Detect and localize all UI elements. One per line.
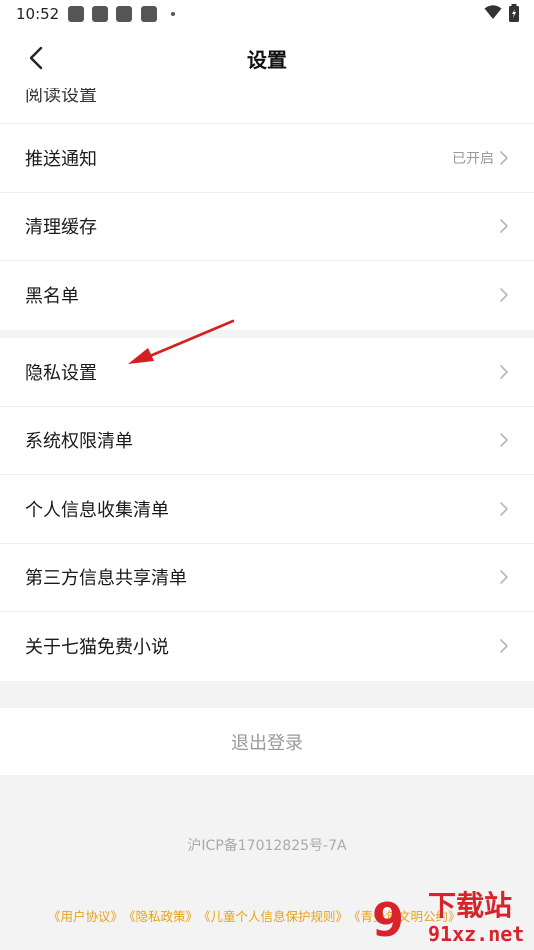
settings-item-label: 隐私设置 [25, 362, 97, 384]
battery-icon [509, 4, 519, 22]
settings-group-general: 阅读设置 推送通知 已开启 清理缓存 黑名单 [0, 88, 534, 330]
status-bar: 10:52 [0, 0, 534, 28]
icp-license: 沪ICP备17012825号-7A [187, 838, 347, 854]
logout-label: 退出登录 [231, 732, 303, 754]
settings-item-clear-cache[interactable]: 清理缓存 [0, 193, 534, 261]
settings-item-personal-info-collection[interactable]: 个人信息收集清单 [0, 475, 534, 544]
watermark-logo: 9 下载站 91xz.net [372, 888, 534, 950]
watermark-title: 下载站 [428, 889, 513, 922]
settings-item-blacklist[interactable]: 黑名单 [0, 261, 534, 330]
notification-icon [68, 6, 84, 22]
chevron-right-icon [500, 639, 508, 654]
chevron-right-icon [500, 219, 508, 234]
settings-item-third-party-sharing[interactable]: 第三方信息共享清单 [0, 544, 534, 612]
settings-item-push-notification[interactable]: 推送通知 已开启 [0, 124, 534, 193]
chevron-right-icon [500, 501, 508, 516]
more-notifications-icon [171, 12, 175, 16]
settings-item-about[interactable]: 关于七猫免费小说 [0, 612, 534, 681]
settings-group-privacy: 隐私设置 系统权限清单 个人信息收集清单 第三方信息共享清单 关于七猫免费小说 [0, 338, 534, 681]
page-title: 设置 [247, 48, 287, 72]
privacy-policy-link[interactable]: 《隐私政策》 [123, 906, 198, 925]
user-agreement-link[interactable]: 《用户协议》 [48, 906, 123, 925]
settings-item-label: 清理缓存 [25, 217, 97, 239]
annotation-arrow-icon [128, 319, 235, 364]
settings-item-label: 第三方信息共享清单 [25, 568, 187, 590]
chevron-right-icon [500, 288, 508, 303]
child-privacy-rules-link[interactable]: 《儿童个人信息保护规则》 [198, 906, 348, 925]
chevron-right-icon [500, 570, 508, 585]
chevron-right-icon [500, 364, 508, 379]
settings-item-label: 系统权限清单 [25, 431, 133, 453]
top-bar: 设置 [0, 28, 534, 88]
wifi-icon [484, 5, 502, 19]
logout-button[interactable]: 退出登录 [0, 708, 534, 775]
watermark-domain: 91xz.net [428, 922, 525, 946]
watermark-number: 9 [372, 893, 405, 947]
settings-item-privacy[interactable]: 隐私设置 [0, 338, 534, 407]
notification-icon [116, 6, 132, 22]
settings-item-reading[interactable]: 阅读设置 [0, 88, 534, 124]
settings-item-label: 个人信息收集清单 [25, 499, 169, 521]
settings-item-label: 黑名单 [25, 286, 79, 308]
settings-item-label: 阅读设置 [25, 88, 97, 106]
settings-item-label: 关于七猫免费小说 [25, 637, 169, 659]
settings-item-label: 推送通知 [25, 148, 97, 170]
notification-icon [141, 6, 157, 22]
chevron-right-icon [500, 433, 508, 448]
status-time: 10:52 [16, 5, 60, 23]
notification-icon [92, 6, 108, 22]
chevron-right-icon [500, 150, 508, 165]
status-value: 已开启 [452, 150, 494, 167]
settings-item-system-permissions[interactable]: 系统权限清单 [0, 407, 534, 475]
